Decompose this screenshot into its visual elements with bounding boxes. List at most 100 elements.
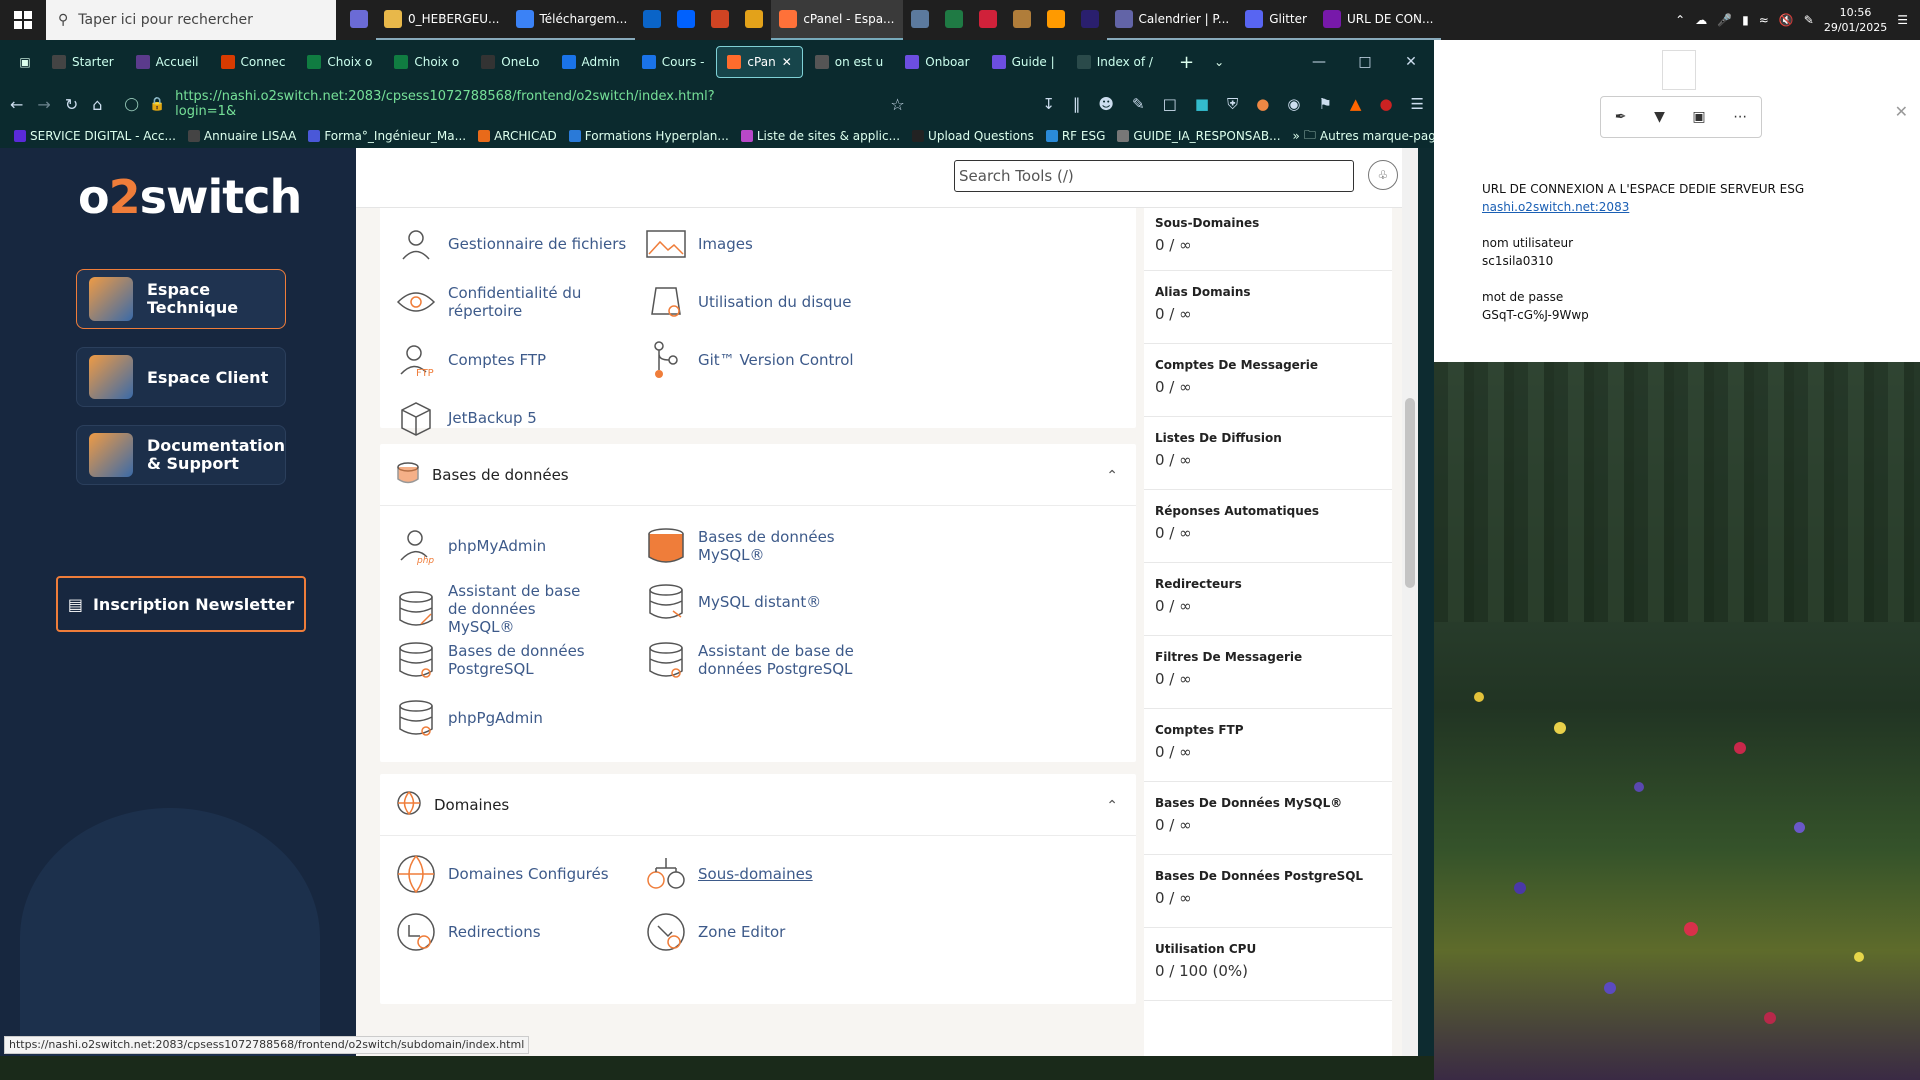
mysql-wizard-link[interactable]: Assistant de base de données MySQL®	[396, 582, 636, 636]
taskbar-app-dropbox[interactable]	[669, 0, 703, 40]
shield-icon[interactable]: ◯	[124, 97, 139, 112]
taskbar-search[interactable]: ⚲ Taper ici pour rechercher	[46, 0, 336, 40]
file-manager-link[interactable]: Gestionnaire de fichiers	[396, 224, 636, 264]
url-text[interactable]: https://nashi.o2switch.net:2083/cpsess10…	[175, 89, 728, 119]
browser-tab[interactable]: Choix o	[297, 46, 382, 78]
close-tab-icon[interactable]: ✕	[782, 55, 792, 69]
collapse-chevron-icon[interactable]: ⌃	[1106, 468, 1118, 484]
tab-list-chevron-icon[interactable]: ⌄	[1214, 55, 1224, 69]
domains-header[interactable]: Domaines ⌃	[380, 774, 1136, 836]
collapse-chevron-icon[interactable]: ⌃	[1106, 798, 1118, 814]
url-bar[interactable]: ◯ 🔒 https://nashi.o2switch.net:2083/cpse…	[116, 89, 736, 119]
browser-tab[interactable]: OneLo	[471, 46, 549, 78]
bookmark-item[interactable]: Forma°_Ingénieur_Ma...	[308, 129, 466, 143]
browser-tab[interactable]: Choix o	[384, 46, 469, 78]
postgresql-wizard-link[interactable]: Assistant de base de données PostgreSQL	[646, 640, 886, 680]
browser-tab[interactable]: on est u	[805, 46, 894, 78]
library-icon[interactable]: ‖	[1073, 95, 1081, 113]
wifi-icon[interactable]: ≈	[1759, 13, 1769, 27]
browser-tab[interactable]: cPan ✕	[716, 46, 803, 78]
browser-tab[interactable]: Admin	[552, 46, 630, 78]
browser-tab[interactable]: Cours -	[632, 46, 715, 78]
espace-client-button[interactable]: Espace Client	[76, 347, 286, 407]
start-button[interactable]	[0, 0, 46, 40]
shield-extension-icon[interactable]: ⛨	[1227, 95, 1238, 113]
taskbar-app-firefox[interactable]: cPanel - Espa...	[771, 0, 903, 40]
browser-tab[interactable]: Index of /	[1067, 46, 1163, 78]
browser-tab[interactable]: Accueil	[126, 46, 209, 78]
pen-icon[interactable]: ✒	[1615, 109, 1627, 125]
git-version-control-link[interactable]: Git™ Version Control	[646, 340, 886, 380]
taskbar-app-h-app[interactable]	[971, 0, 1005, 40]
taskbar-app-excel[interactable]	[937, 0, 971, 40]
bookmark-item[interactable]: GUIDE_IA_RESPONSAB...	[1117, 129, 1281, 143]
taskbar-app-teams[interactable]: Calendrier | P...	[1106, 0, 1238, 40]
phppgadmin-link[interactable]: phpPgAdmin	[396, 698, 636, 738]
bookmark-item[interactable]: Formations Hyperplan...	[568, 129, 729, 143]
taskbar-app-discord[interactable]: Glitter	[1237, 0, 1315, 40]
tab-overview-icon[interactable]: ▣	[10, 55, 40, 69]
images-link[interactable]: Images	[646, 224, 886, 264]
page-scrollbar[interactable]	[1402, 148, 1418, 1056]
taskbar-app-chrome[interactable]	[737, 0, 771, 40]
volume-icon[interactable]: 🔇	[1779, 13, 1794, 27]
taskbar-app-onenote[interactable]: URL DE CON...	[1314, 0, 1442, 40]
taskbar-app-folder[interactable]: 0_HEBERGEU...	[376, 0, 508, 40]
crop-extension-icon[interactable]: □	[1163, 95, 1177, 113]
notifications-icon[interactable]: ☰	[1897, 13, 1908, 27]
expand-icon[interactable]: ▣	[1692, 109, 1705, 125]
home-icon[interactable]: ⌂	[92, 95, 102, 114]
menu-icon[interactable]: ☰	[1411, 95, 1424, 113]
databases-header[interactable]: Bases de données ⌃	[380, 444, 1136, 506]
taskbar-app-tool[interactable]	[1005, 0, 1039, 40]
disk-usage-link[interactable]: Utilisation du disque	[646, 282, 886, 322]
browser-tab[interactable]: Guide |	[982, 46, 1065, 78]
reload-icon[interactable]: ↻	[65, 95, 78, 114]
o2switch-logo[interactable]: o2switch	[78, 170, 302, 224]
pen-extension-icon[interactable]: ✎	[1132, 95, 1145, 113]
notifications-bell-button[interactable]: ♧	[1368, 160, 1398, 190]
zone-editor-link[interactable]: Zone Editor	[646, 912, 886, 952]
browser-tab[interactable]: Connec	[211, 46, 296, 78]
back-icon[interactable]: ←	[10, 95, 23, 114]
newsletter-button[interactable]: ▤ Inscription Newsletter	[56, 576, 306, 632]
minimize-button[interactable]: —	[1296, 40, 1342, 84]
microphone-icon[interactable]: 🎤	[1717, 13, 1732, 27]
browser-tab[interactable]: Onboar	[895, 46, 979, 78]
note-link[interactable]: nashi.o2switch.net:2083	[1482, 200, 1629, 214]
bookmark-item[interactable]: ARCHICAD	[478, 129, 557, 143]
bookmark-star-icon[interactable]: ☆	[890, 95, 904, 114]
taskbar-app-user[interactable]	[342, 0, 376, 40]
bookmark-item[interactable]: Annuaire LISAA	[187, 129, 296, 143]
bookmark-item[interactable]: Liste de sites & applic...	[740, 129, 900, 143]
more-icon[interactable]: ⋯	[1733, 109, 1747, 125]
chat-extension-icon[interactable]: ◉	[1287, 95, 1300, 113]
browser-tab[interactable]: Starter	[42, 46, 124, 78]
mysql-databases-link[interactable]: Bases de données MySQL®	[646, 526, 886, 566]
scrollbar-thumb[interactable]	[1405, 398, 1415, 588]
taskbar-app-outlook[interactable]	[635, 0, 669, 40]
phpmyadmin-link[interactable]: php phpMyAdmin	[396, 526, 636, 566]
bookmark-item[interactable]: Upload Questions	[912, 129, 1034, 143]
ftp-accounts-link[interactable]: FTP Comptes FTP	[396, 340, 636, 380]
pen-icon[interactable]: ✎	[1804, 13, 1814, 27]
circle-extension-icon[interactable]: ●	[1256, 95, 1269, 113]
battery-icon[interactable]: ▮	[1742, 13, 1749, 27]
search-tools-input[interactable]: Search Tools (/)	[954, 160, 1354, 192]
espace-technique-button[interactable]: Espace Technique	[76, 269, 286, 329]
downloads-icon[interactable]: ↧	[1042, 95, 1055, 113]
close-window-button[interactable]: ✕	[1388, 40, 1434, 84]
taskbar-app-premiere[interactable]	[1073, 0, 1107, 40]
new-tab-icon[interactable]: +	[1179, 52, 1194, 73]
chevron-up-icon[interactable]: ⌃	[1675, 13, 1685, 27]
cloud-icon[interactable]: ☁	[1695, 13, 1707, 27]
bookmark-item[interactable]: SERVICE DIGITAL - Acc...	[14, 129, 176, 143]
forward-icon[interactable]: →	[37, 95, 50, 114]
configured-domains-link[interactable]: Domaines Configurés	[396, 854, 636, 894]
bookmark-item[interactable]: RF ESG	[1045, 129, 1105, 143]
extension-blue-icon[interactable]: ■	[1195, 95, 1209, 113]
documentation-button[interactable]: Documentation & Support	[76, 425, 286, 485]
subdomains-link[interactable]: Sous-domaines	[646, 854, 886, 894]
taskbar-app-download[interactable]: Téléchargem...	[507, 0, 636, 40]
other-bookmarks[interactable]: » 🗀 Autres marque-pages	[1293, 126, 1450, 147]
